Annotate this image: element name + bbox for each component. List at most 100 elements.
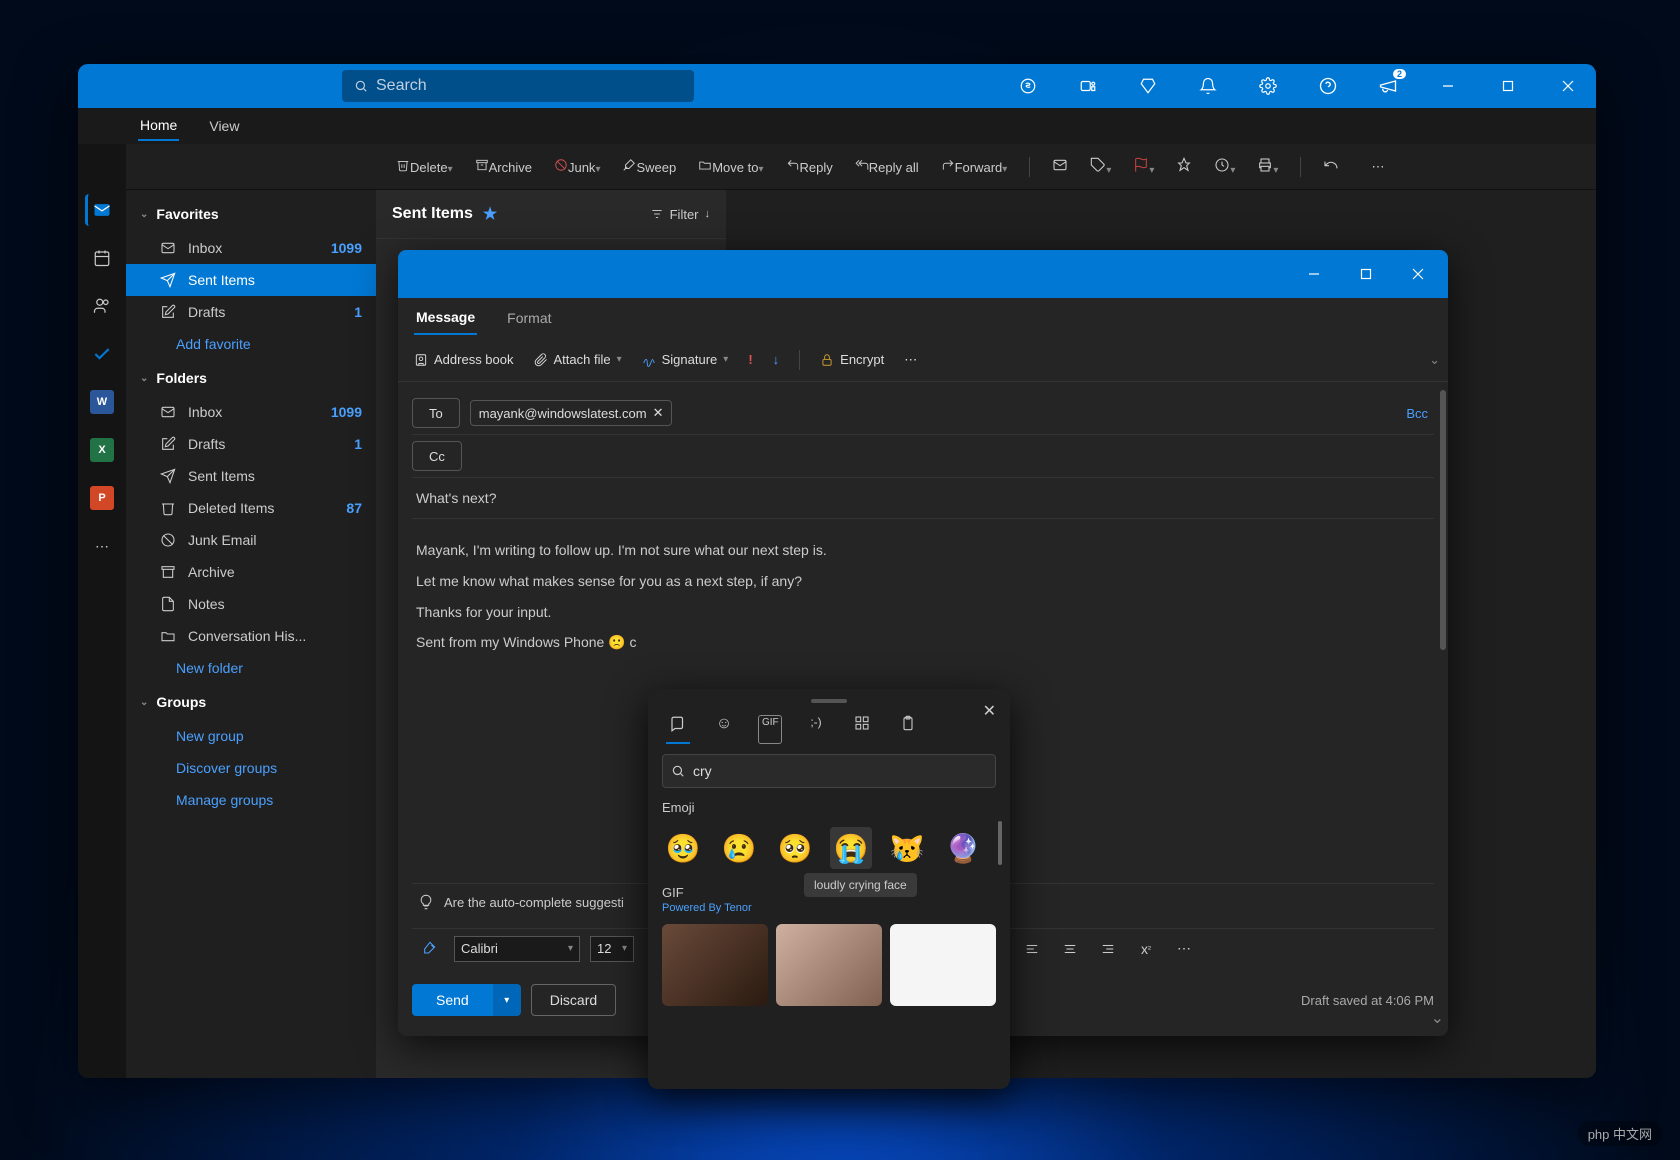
- move-to-button[interactable]: Move to▾: [698, 158, 763, 175]
- importance-low-icon[interactable]: ↓: [773, 352, 780, 367]
- emoji-tab-clipboard-icon[interactable]: [896, 715, 920, 744]
- snooze-icon[interactable]: ▾: [1214, 157, 1235, 176]
- flag-icon[interactable]: ▾: [1133, 157, 1154, 176]
- reply-all-button[interactable]: Reply all: [855, 158, 919, 175]
- encrypt-button[interactable]: Encrypt: [820, 352, 884, 367]
- tab-view[interactable]: View: [207, 112, 241, 140]
- align-left-icon[interactable]: [1018, 935, 1046, 963]
- bcc-link[interactable]: Bcc: [1406, 406, 1428, 421]
- recipient-chip[interactable]: mayank@windowslatest.com✕: [470, 400, 673, 426]
- discover-groups-link[interactable]: Discover groups: [126, 752, 376, 784]
- format-more-icon[interactable]: ⋯: [1170, 935, 1198, 963]
- folder-inbox[interactable]: Inbox1099: [126, 396, 376, 428]
- emoji-scrollbar[interactable]: [998, 821, 1002, 865]
- emoji-tab-smiley-icon[interactable]: ☺: [712, 715, 736, 744]
- to-button[interactable]: To: [412, 398, 460, 428]
- teams-icon[interactable]: [1068, 66, 1108, 106]
- rail-word-icon[interactable]: W: [86, 386, 118, 418]
- tab-home[interactable]: Home: [138, 111, 179, 141]
- compose-minimize-button[interactable]: [1292, 256, 1336, 292]
- sidebar-item-inbox[interactable]: Inbox1099: [126, 232, 376, 264]
- compose-scrollbar[interactable]: [1440, 390, 1446, 650]
- compose-expand-icon[interactable]: ⌄: [1431, 1008, 1444, 1028]
- forward-button[interactable]: Forward▾: [941, 158, 1008, 175]
- maximize-button[interactable]: [1488, 66, 1528, 106]
- gif-result[interactable]: [776, 924, 882, 1006]
- folder-conversation-history[interactable]: Conversation His...: [126, 620, 376, 652]
- superscript-icon[interactable]: x²: [1132, 935, 1160, 963]
- sidebar-item-drafts[interactable]: Drafts1: [126, 296, 376, 328]
- compose-maximize-button[interactable]: [1344, 256, 1388, 292]
- compose-more-icon[interactable]: ⋯: [904, 352, 917, 368]
- discard-button[interactable]: Discard: [531, 984, 616, 1016]
- emoji-option[interactable]: 😿: [886, 827, 928, 869]
- emoji-option[interactable]: 🥺: [774, 827, 816, 869]
- picker-close-icon[interactable]: ✕: [979, 697, 1000, 725]
- reply-button[interactable]: Reply: [786, 158, 833, 175]
- global-search[interactable]: Search: [342, 70, 694, 102]
- emoji-option[interactable]: 😢: [718, 827, 760, 869]
- rail-powerpoint-icon[interactable]: P: [86, 482, 118, 514]
- settings-icon[interactable]: [1248, 66, 1288, 106]
- gif-result[interactable]: [662, 924, 768, 1006]
- whats-new-icon[interactable]: 2: [1368, 66, 1408, 106]
- tag-icon[interactable]: ▾: [1090, 157, 1111, 176]
- format-painter-icon[interactable]: [416, 935, 444, 963]
- new-group-link[interactable]: New group: [126, 720, 376, 752]
- font-select[interactable]: Calibri▾: [454, 936, 580, 962]
- undo-icon[interactable]: [1323, 157, 1339, 176]
- emoji-option[interactable]: 😭: [830, 827, 872, 869]
- folders-header[interactable]: ⌄Folders: [126, 360, 376, 396]
- folder-deleted[interactable]: Deleted Items87: [126, 492, 376, 524]
- rail-excel-icon[interactable]: X: [86, 434, 118, 466]
- align-center-icon[interactable]: [1056, 935, 1084, 963]
- emoji-option[interactable]: 🥹: [662, 827, 704, 869]
- remove-recipient-icon[interactable]: ✕: [653, 405, 664, 421]
- folder-junk[interactable]: Junk Email: [126, 524, 376, 556]
- address-book-button[interactable]: Address book: [414, 352, 514, 367]
- compose-toolbar-collapse-icon[interactable]: ⌄: [1429, 352, 1440, 368]
- junk-button[interactable]: Junk▾: [554, 158, 601, 175]
- skype-icon[interactable]: [1008, 66, 1048, 106]
- sweep-button[interactable]: Sweep: [622, 158, 676, 175]
- groups-header[interactable]: ⌄Groups: [126, 684, 376, 720]
- folder-drafts[interactable]: Drafts1: [126, 428, 376, 460]
- compose-tab-format[interactable]: Format: [505, 302, 553, 334]
- rail-more-apps-icon[interactable]: ⋯: [86, 530, 118, 562]
- rail-mail-icon[interactable]: [85, 194, 117, 226]
- emoji-search[interactable]: [662, 754, 996, 788]
- emoji-tab-kaomoji-icon[interactable]: ;-): [804, 715, 828, 744]
- new-folder-link[interactable]: New folder: [126, 652, 376, 684]
- folder-archive[interactable]: Archive: [126, 556, 376, 588]
- close-button[interactable]: [1548, 66, 1588, 106]
- delete-button[interactable]: Delete▾: [396, 158, 453, 175]
- pin-icon[interactable]: [1176, 157, 1192, 176]
- star-icon[interactable]: ★: [483, 204, 497, 224]
- gif-result[interactable]: [890, 924, 996, 1006]
- cc-button[interactable]: Cc: [412, 441, 462, 471]
- picker-grip[interactable]: [811, 699, 847, 703]
- rail-people-icon[interactable]: [86, 290, 118, 322]
- emoji-tab-gif-icon[interactable]: GIF: [758, 715, 782, 744]
- minimize-button[interactable]: [1428, 66, 1468, 106]
- notifications-icon[interactable]: [1188, 66, 1228, 106]
- emoji-search-input[interactable]: [693, 763, 987, 779]
- favorites-header[interactable]: ⌄Favorites: [126, 196, 376, 232]
- emoji-tab-symbols-icon[interactable]: [850, 715, 874, 744]
- manage-groups-link[interactable]: Manage groups: [126, 784, 376, 816]
- send-button[interactable]: Send: [412, 984, 493, 1016]
- emoji-tab-recent-icon[interactable]: [666, 715, 690, 744]
- align-right-icon[interactable]: [1094, 935, 1122, 963]
- filter-button[interactable]: Filter↓: [650, 207, 710, 222]
- attach-file-button[interactable]: Attach file▾: [534, 352, 622, 367]
- compose-tab-message[interactable]: Message: [414, 301, 477, 335]
- help-icon[interactable]: [1308, 66, 1348, 106]
- font-size-select[interactable]: 12▾: [590, 936, 634, 962]
- emoji-option[interactable]: 🔮: [942, 827, 984, 869]
- rail-todo-icon[interactable]: [86, 338, 118, 370]
- read-unread-icon[interactable]: [1052, 157, 1068, 176]
- archive-button[interactable]: Archive: [475, 158, 532, 175]
- rail-calendar-icon[interactable]: [86, 242, 118, 274]
- add-favorite-link[interactable]: Add favorite: [126, 328, 376, 360]
- more-icon[interactable]: ⋯: [1371, 159, 1384, 175]
